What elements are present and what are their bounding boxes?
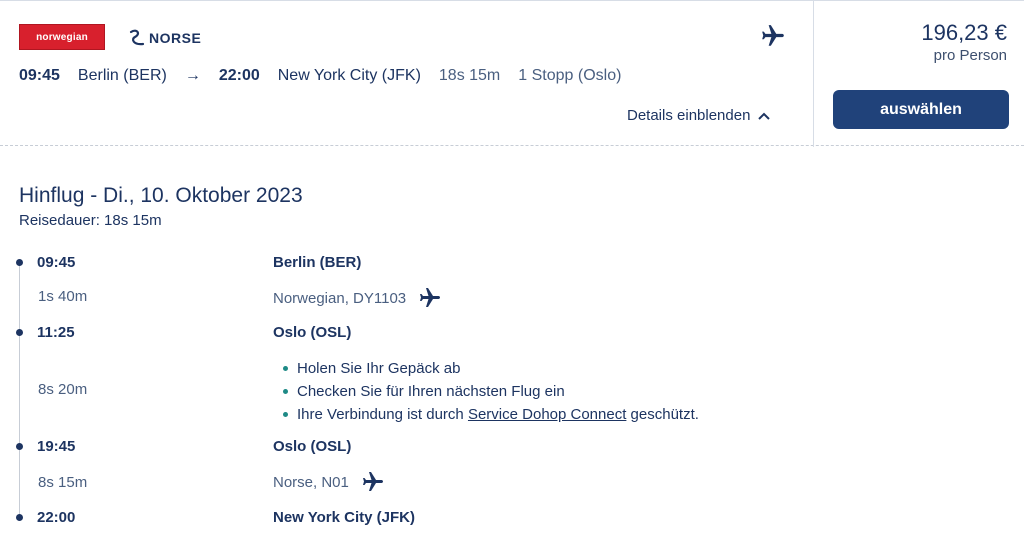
plane-icon xyxy=(762,25,784,46)
segment-flight: Norwegian, DY1103 xyxy=(273,286,442,310)
flight-result-card: norwegian NORSE 09:45 Berlin (BER) → 22:… xyxy=(0,0,1024,147)
bullet-icon xyxy=(283,412,288,417)
layover-duration: 8s 20m xyxy=(38,381,88,398)
timeline-time: 22:00 xyxy=(37,509,76,526)
price-amount: 196,23 € xyxy=(921,20,1007,45)
norse-logo-text: NORSE xyxy=(149,30,202,46)
layover-notes: Holen Sie Ihr Gepäck ab Checken Sie für … xyxy=(283,357,699,426)
flight-number: Norse, N01 xyxy=(273,473,349,491)
arrival-airport: New York City (JFK) xyxy=(277,67,421,84)
plane-icon xyxy=(420,288,441,307)
segment-duration: 1s 40m xyxy=(38,288,88,305)
note-text: Holen Sie Ihr Gepäck ab xyxy=(297,359,461,377)
list-item: Holen Sie Ihr Gepäck ab xyxy=(283,357,699,380)
departure-time: 09:45 xyxy=(19,67,60,84)
timeline-time: 09:45 xyxy=(37,254,76,271)
departure-airport: Berlin (BER) xyxy=(77,67,167,84)
plane-icon xyxy=(362,472,383,491)
norwegian-logo-text: norwegian xyxy=(36,31,88,43)
bullet-icon xyxy=(283,366,288,371)
timeline-time: 19:45 xyxy=(37,438,76,455)
price-pane: 196,23 € pro Person auswählen xyxy=(813,1,1024,147)
details-toggle-label: Details einblenden xyxy=(627,107,751,124)
total-duration: 18s 15m xyxy=(438,67,501,84)
price-unit: pro Person xyxy=(933,47,1007,64)
norwegian-logo: norwegian xyxy=(19,24,105,50)
timeline-place: Oslo (OSL) xyxy=(273,438,352,455)
stops-info: 1 Stopp (Oslo) xyxy=(518,67,622,84)
list-item: Checken Sie für Ihren nächsten Flug ein xyxy=(283,380,699,403)
norse-logo: NORSE xyxy=(127,28,201,48)
timeline-dot xyxy=(16,514,23,521)
details-toggle-button[interactable]: Details einblenden xyxy=(627,107,771,124)
timeline-place: Berlin (BER) xyxy=(273,254,362,271)
norse-swirl-icon xyxy=(129,29,145,46)
timeline-dot xyxy=(16,443,23,450)
bullet-icon xyxy=(283,389,288,394)
route-arrow-icon: → xyxy=(184,67,201,84)
flight-summary: norwegian NORSE 09:45 Berlin (BER) → 22:… xyxy=(0,1,813,147)
dohop-connect-link[interactable]: Service Dohop Connect xyxy=(468,405,626,425)
note-text: Checken Sie für Ihren nächsten Flug ein xyxy=(297,382,565,400)
flight-number: Norwegian, DY1103 xyxy=(273,289,407,307)
timeline-dot xyxy=(16,259,23,266)
timeline-time: 11:25 xyxy=(37,324,75,341)
select-button[interactable]: auswählen xyxy=(833,90,1009,129)
segment-duration: 8s 15m xyxy=(38,474,88,491)
segment-flight: Norse, N01 xyxy=(273,470,385,494)
chevron-up-icon xyxy=(758,112,771,120)
travel-time: Reisedauer: 18s 15m xyxy=(19,212,162,229)
timeline-line xyxy=(19,262,20,518)
note-text: Ihre Verbindung ist durch xyxy=(297,405,468,423)
outbound-title: Hinflug - Di., 10. Oktober 2023 xyxy=(19,184,303,207)
timeline-place: Oslo (OSL) xyxy=(273,324,352,341)
list-item: Ihre Verbindung ist durch Service Dohop … xyxy=(283,403,699,426)
route-summary: 09:45 Berlin (BER) → 22:00 New York City… xyxy=(19,65,621,87)
note-text: geschützt. xyxy=(626,405,699,423)
timeline-place: New York City (JFK) xyxy=(273,509,415,526)
timeline-dot xyxy=(16,329,23,336)
arrival-time: 22:00 xyxy=(218,67,260,84)
